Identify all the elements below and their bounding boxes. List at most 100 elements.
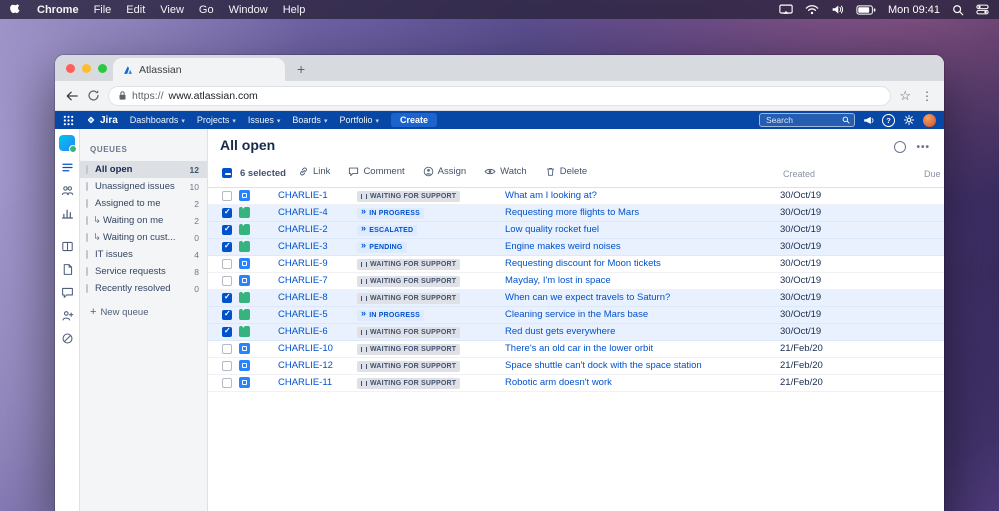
- issue-row[interactable]: CHARLIE-12 WAITING FOR SUPPORT Space shu…: [208, 358, 944, 375]
- board-nav-icon[interactable]: [61, 240, 74, 253]
- browser-menu-icon[interactable]: ⋮: [921, 89, 934, 103]
- queue-item[interactable]: ↳Waiting on me 2: [80, 212, 207, 229]
- row-checkbox[interactable]: [222, 310, 232, 320]
- close-window-button[interactable]: [66, 64, 75, 73]
- issue-summary-link[interactable]: When can we expect travels to Saturn?: [505, 290, 670, 306]
- channels-nav-icon[interactable]: [61, 286, 74, 299]
- app-switcher-icon[interactable]: [63, 115, 74, 126]
- issue-row[interactable]: CHARLIE-1 WAITING FOR SUPPORT What am I …: [208, 188, 944, 205]
- queue-item[interactable]: Unassigned issues 10: [80, 178, 207, 195]
- issue-summary-link[interactable]: Mayday, I'm lost in space: [505, 273, 611, 289]
- issue-key-link[interactable]: CHARLIE-4: [278, 205, 328, 221]
- row-checkbox[interactable]: [222, 327, 232, 337]
- issue-key-link[interactable]: CHARLIE-7: [278, 273, 328, 289]
- queue-item[interactable]: Assigned to me 2: [80, 195, 207, 212]
- row-checkbox[interactable]: [222, 259, 232, 269]
- menu-item[interactable]: Go: [199, 4, 214, 16]
- jira-nav-menu[interactable]: Dashboards: [130, 115, 185, 125]
- queue-item[interactable]: All open 12: [80, 161, 207, 178]
- feedback-nav-icon[interactable]: [61, 332, 74, 345]
- issue-summary-link[interactable]: What am I looking at?: [505, 188, 597, 204]
- issue-key-link[interactable]: CHARLIE-12: [278, 358, 333, 374]
- issue-summary-link[interactable]: Space shuttle can't dock with the space …: [505, 358, 702, 374]
- invite-team-nav-icon[interactable]: [61, 309, 74, 322]
- row-checkbox[interactable]: [222, 242, 232, 252]
- issue-summary-link[interactable]: Requesting more flights to Mars: [505, 205, 639, 221]
- issue-row[interactable]: CHARLIE-2 ESCALATED Low quality rocket f…: [208, 222, 944, 239]
- knowledge-base-nav-icon[interactable]: [61, 263, 74, 276]
- row-checkbox[interactable]: [222, 361, 232, 371]
- issue-row[interactable]: CHARLIE-11 WAITING FOR SUPPORT Robotic a…: [208, 375, 944, 392]
- reload-button[interactable]: [87, 89, 100, 102]
- menu-item[interactable]: Help: [283, 4, 306, 16]
- reports-nav-icon[interactable]: [61, 207, 74, 220]
- link-button[interactable]: Link: [298, 166, 330, 177]
- menu-item[interactable]: File: [94, 4, 112, 16]
- row-checkbox[interactable]: [222, 276, 232, 286]
- issue-summary-link[interactable]: Cleaning service in the Mars base: [505, 307, 648, 323]
- create-button[interactable]: Create: [391, 113, 437, 127]
- help-icon[interactable]: ?: [882, 114, 895, 127]
- issue-key-link[interactable]: CHARLIE-3: [278, 239, 328, 255]
- issue-key-link[interactable]: CHARLIE-6: [278, 324, 328, 340]
- back-button[interactable]: [65, 90, 79, 102]
- issue-row[interactable]: CHARLIE-6 WAITING FOR SUPPORT Red dust g…: [208, 324, 944, 341]
- issue-row[interactable]: CHARLIE-5 IN PROGRESS Cleaning service i…: [208, 307, 944, 324]
- queue-item[interactable]: ↳Waiting on cust... 0: [80, 229, 207, 246]
- spotlight-search-icon[interactable]: [952, 4, 964, 16]
- issue-row[interactable]: CHARLIE-9 WAITING FOR SUPPORT Requesting…: [208, 256, 944, 273]
- queue-item[interactable]: IT issues 4: [80, 246, 207, 263]
- user-avatar[interactable]: [923, 114, 936, 127]
- battery-icon[interactable]: [856, 5, 876, 15]
- jira-nav-menu[interactable]: Issues: [248, 115, 281, 125]
- menu-item[interactable]: Window: [229, 4, 268, 16]
- wifi-icon[interactable]: [805, 4, 819, 15]
- menu-item[interactable]: Edit: [126, 4, 145, 16]
- jira-logo[interactable]: Jira: [86, 115, 118, 126]
- issue-summary-link[interactable]: Robotic arm doesn't work: [505, 375, 612, 391]
- settings-gear-icon[interactable]: [903, 114, 915, 126]
- row-checkbox[interactable]: [222, 191, 232, 201]
- row-checkbox[interactable]: [222, 208, 232, 218]
- new-tab-button[interactable]: +: [297, 61, 305, 81]
- issue-row[interactable]: CHARLIE-7 WAITING FOR SUPPORT Mayday, I'…: [208, 273, 944, 290]
- issue-summary-link[interactable]: Engine makes weird noises: [505, 239, 621, 255]
- comment-button[interactable]: Comment: [348, 166, 404, 177]
- issue-summary-link[interactable]: Red dust gets everywhere: [505, 324, 615, 340]
- info-icon[interactable]: [894, 141, 906, 153]
- menu-item[interactable]: Chrome: [37, 4, 79, 16]
- queue-item[interactable]: Recently resolved 0: [80, 280, 207, 297]
- bookmark-star-icon[interactable]: ☆: [899, 89, 911, 102]
- delete-button[interactable]: Delete: [545, 166, 587, 177]
- row-checkbox[interactable]: [222, 378, 232, 388]
- row-checkbox[interactable]: [222, 293, 232, 303]
- issue-row[interactable]: CHARLIE-8 WAITING FOR SUPPORT When can w…: [208, 290, 944, 307]
- jira-search-field[interactable]: [759, 113, 855, 127]
- project-avatar[interactable]: [59, 135, 75, 151]
- apple-menu-icon[interactable]: [10, 3, 22, 16]
- issue-key-link[interactable]: CHARLIE-9: [278, 256, 328, 272]
- issue-summary-link[interactable]: Requesting discount for Moon tickets: [505, 256, 661, 272]
- queues-nav-icon[interactable]: [61, 161, 74, 174]
- watch-button[interactable]: Watch: [484, 166, 527, 177]
- volume-icon[interactable]: [831, 4, 844, 15]
- jira-search-input[interactable]: [764, 114, 838, 126]
- minimize-window-button[interactable]: [82, 64, 91, 73]
- jira-nav-menu[interactable]: Portfolio: [339, 115, 379, 125]
- row-checkbox[interactable]: [222, 344, 232, 354]
- row-checkbox[interactable]: [222, 225, 232, 235]
- more-actions-icon[interactable]: •••: [916, 142, 930, 153]
- issue-row[interactable]: CHARLIE-10 WAITING FOR SUPPORT There's a…: [208, 341, 944, 358]
- issue-summary-link[interactable]: There's an old car in the lower orbit: [505, 341, 653, 357]
- browser-tab[interactable]: Atlassian: [113, 58, 285, 81]
- announcements-icon[interactable]: [863, 115, 874, 125]
- select-all-checkbox[interactable]: [222, 168, 232, 178]
- jira-nav-menu[interactable]: Projects: [197, 115, 236, 125]
- control-center-icon[interactable]: [976, 4, 989, 15]
- issue-key-link[interactable]: CHARLIE-10: [278, 341, 333, 357]
- issue-key-link[interactable]: CHARLIE-1: [278, 188, 328, 204]
- queue-item[interactable]: Service requests 8: [80, 263, 207, 280]
- issue-key-link[interactable]: CHARLIE-11: [278, 375, 332, 391]
- assign-button[interactable]: Assign: [423, 166, 467, 177]
- address-bar[interactable]: https:// www.atlassian.com: [108, 86, 891, 106]
